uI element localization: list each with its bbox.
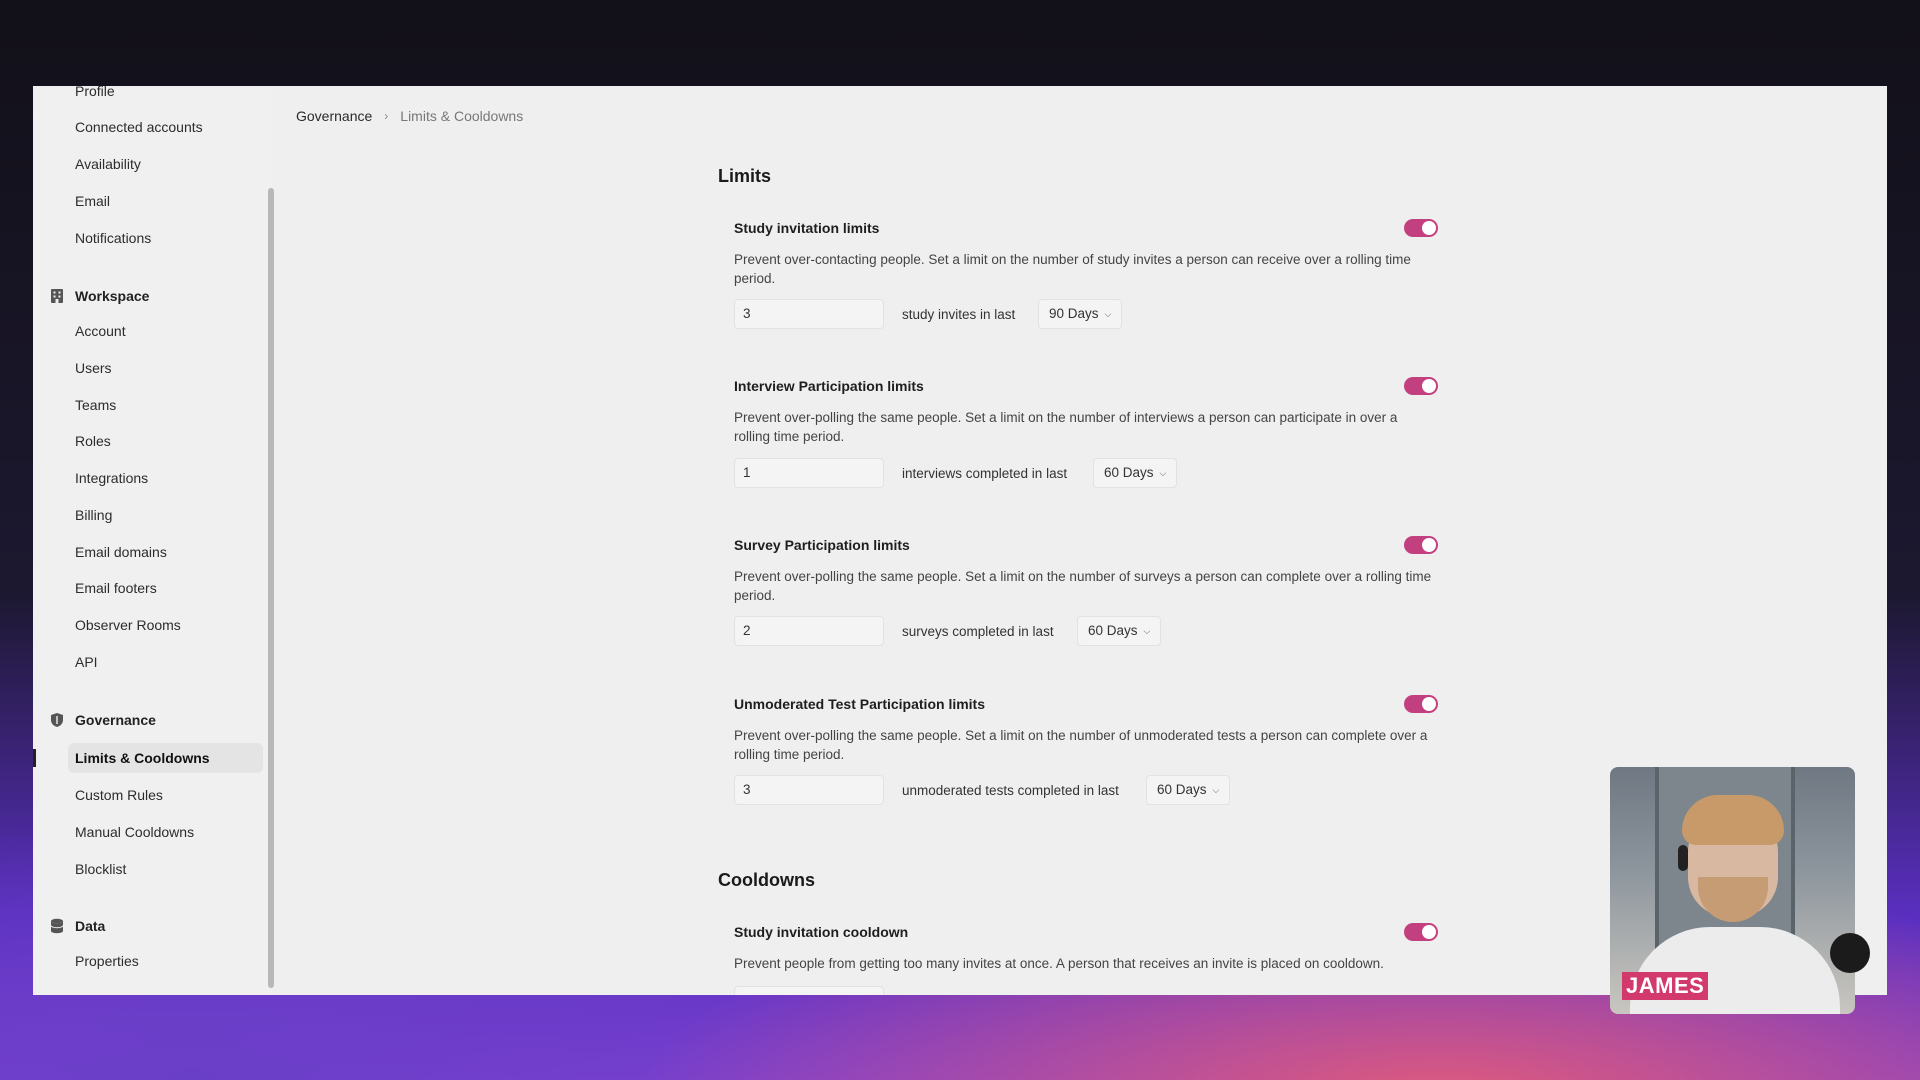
sidebar-item-observer-rooms[interactable]: Observer Rooms	[75, 610, 181, 640]
study-invitation-limits-toggle[interactable]	[1404, 219, 1438, 237]
sidebar-item-roles[interactable]: Roles	[75, 426, 111, 456]
sidebar-item-custom-rules[interactable]: Custom Rules	[75, 780, 163, 810]
survey-participation-period-value: 60 Days	[1088, 623, 1138, 638]
sidebar-item-email-footers[interactable]: Email footers	[75, 573, 157, 603]
survey-participation-limits-description: Prevent over-polling the same people. Se…	[734, 569, 1432, 603]
section-governance: Governance	[49, 709, 156, 731]
presenter-name-tag: JAMES	[1622, 972, 1709, 1000]
unmoderated-test-limit-input[interactable]: 3	[734, 775, 884, 805]
interview-participation-limits-title: Interview Participation limits	[734, 378, 924, 394]
sidebar-item-manual-cooldowns[interactable]: Manual Cooldowns	[75, 817, 194, 847]
chevron-down-icon: ⌵	[1104, 309, 1112, 319]
sidebar: Profile Connected accounts Availability …	[33, 86, 274, 995]
unmoderated-test-limit-suffix: unmoderated tests completed in last	[902, 783, 1119, 798]
unmoderated-test-period-select[interactable]: 60 Days ⌵	[1146, 775, 1231, 805]
sidebar-item-api[interactable]: API	[75, 647, 98, 677]
section-workspace-title: Workspace	[75, 288, 150, 304]
sidebar-item-limits-cooldowns[interactable]: Limits & Cooldowns	[68, 743, 263, 773]
limits-heading: Limits	[718, 166, 772, 186]
sidebar-item-blocklist[interactable]: Blocklist	[75, 854, 126, 884]
interview-participation-limits-toggle[interactable]	[1404, 377, 1438, 395]
sidebar-scrollbar[interactable]	[268, 188, 274, 988]
toggle-knob	[1422, 538, 1436, 552]
breadcrumb: Governance › Limits & Cooldowns	[296, 108, 523, 124]
shield-icon	[49, 712, 65, 728]
breadcrumb-current: Limits & Cooldowns	[400, 108, 524, 124]
study-invitation-period-value: 90 Days	[1049, 306, 1099, 321]
building-icon	[49, 288, 65, 304]
interview-participation-limit-input[interactable]: 1	[734, 458, 884, 488]
sidebar-item-properties[interactable]: Properties	[75, 946, 139, 976]
survey-participation-limits-toggle[interactable]	[1404, 536, 1438, 554]
unmoderated-test-limits-toggle[interactable]	[1404, 695, 1438, 713]
active-indicator	[33, 749, 36, 767]
toggle-knob	[1422, 697, 1436, 711]
webcam-overlay: JAMES	[1610, 767, 1855, 1014]
study-invitation-cooldown-input[interactable]	[734, 986, 884, 995]
chevron-down-icon: ⌵	[1212, 785, 1220, 795]
sidebar-item-email[interactable]: Email	[75, 186, 110, 216]
study-invitation-cooldown-title: Study invitation cooldown	[734, 924, 909, 940]
interview-participation-limit-suffix: interviews completed in last	[902, 466, 1068, 481]
survey-participation-limits-title: Survey Participation limits	[734, 537, 910, 553]
sidebar-item-availability[interactable]: Availability	[75, 149, 141, 179]
survey-participation-period-select[interactable]: 60 Days ⌵	[1077, 616, 1162, 646]
chevron-down-icon: ⌵	[1159, 468, 1167, 478]
study-invitation-cooldown-description: Prevent people from getting too many inv…	[734, 956, 1384, 971]
sidebar-item-integrations[interactable]: Integrations	[75, 463, 148, 493]
unmoderated-test-period-value: 60 Days	[1157, 782, 1207, 797]
sidebar-item-profile[interactable]: Profile	[75, 86, 115, 106]
chat-launcher-icon[interactable]	[1830, 933, 1870, 973]
section-workspace: Workspace	[49, 285, 149, 307]
sidebar-item-billing[interactable]: Billing	[75, 500, 112, 530]
sidebar-item-connected-accounts[interactable]: Connected accounts	[75, 112, 203, 142]
cooldowns-heading: Cooldowns	[718, 870, 815, 890]
study-invitation-period-select[interactable]: 90 Days ⌵	[1038, 299, 1123, 329]
video-person-hair	[1682, 795, 1784, 845]
study-invitation-limit-input[interactable]: 3	[734, 299, 884, 329]
sidebar-item-users[interactable]: Users	[75, 353, 112, 383]
unmoderated-test-limits-description: Prevent over-polling the same people. Se…	[734, 728, 1428, 762]
chevron-down-icon: ⌵	[1143, 626, 1151, 636]
interview-participation-period-value: 60 Days	[1104, 465, 1154, 480]
section-governance-title: Governance	[75, 712, 156, 728]
survey-participation-limit-input[interactable]: 2	[734, 616, 884, 646]
database-icon	[49, 918, 65, 934]
study-invitation-limits-description: Prevent over-contacting people. Set a li…	[734, 252, 1411, 286]
study-invitation-cooldown-toggle[interactable]	[1404, 923, 1438, 941]
toggle-knob	[1422, 379, 1436, 393]
unmoderated-test-limits-title: Unmoderated Test Participation limits	[734, 696, 986, 712]
app-window: Profile Connected accounts Availability …	[33, 86, 1887, 995]
sidebar-item-notifications[interactable]: Notifications	[75, 223, 151, 253]
section-data-title: Data	[75, 918, 106, 934]
toggle-knob	[1422, 925, 1436, 939]
headset-icon	[1678, 845, 1688, 871]
section-data: Data	[49, 915, 105, 937]
breadcrumb-governance[interactable]: Governance	[296, 108, 372, 124]
sidebar-item-account[interactable]: Account	[75, 316, 126, 346]
interview-participation-period-select[interactable]: 60 Days ⌵	[1093, 458, 1178, 488]
sidebar-item-email-domains[interactable]: Email domains	[75, 537, 167, 567]
study-invitation-limit-suffix: study invites in last	[902, 307, 1016, 322]
interview-participation-limits-description: Prevent over-polling the same people. Se…	[734, 410, 1398, 444]
survey-participation-limit-suffix: surveys completed in last	[902, 624, 1054, 639]
study-invitation-limits-title: Study invitation limits	[734, 220, 880, 236]
breadcrumb-separator: ›	[384, 109, 389, 123]
sidebar-item-teams[interactable]: Teams	[75, 390, 116, 420]
toggle-knob	[1422, 221, 1436, 235]
